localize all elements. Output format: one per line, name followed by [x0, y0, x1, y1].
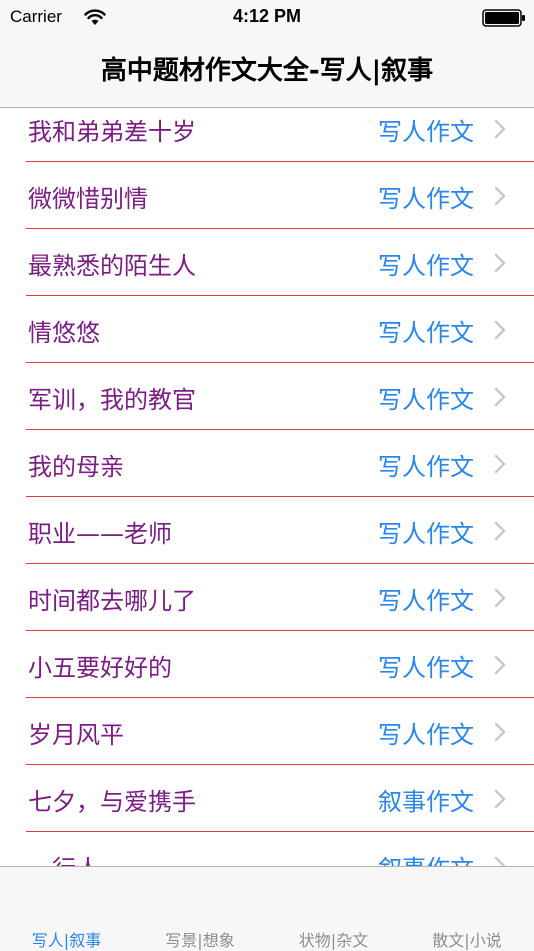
list-item-title: 岁月风平	[28, 721, 124, 749]
list-item[interactable]: 岁月风平 写人作文	[26, 698, 534, 765]
list-item-category: 写人作文	[378, 118, 474, 146]
list-item[interactable]: 七夕，与爱携手 叙事作文	[26, 765, 534, 832]
list-item-title: 七夕，与爱携手	[28, 788, 196, 816]
list-item-category: 写人作文	[378, 185, 474, 213]
chevron-right-icon	[494, 186, 506, 206]
list-item[interactable]: 我的母亲 写人作文	[26, 430, 534, 497]
tab-2[interactable]: 写景|想象	[134, 927, 267, 951]
list-item-title: 最熟悉的陌生人	[28, 252, 196, 280]
chevron-right-icon	[494, 253, 506, 273]
list-item[interactable]: 微微惜别情 写人作文	[26, 162, 534, 229]
list-item-title: 我和弟弟差十岁	[28, 118, 196, 146]
chevron-right-icon	[494, 320, 506, 340]
list-item-category: 写人作文	[378, 654, 474, 682]
list-item[interactable]: 小五要好好的 写人作文	[26, 631, 534, 698]
chevron-right-icon	[494, 588, 506, 608]
list-item-title: 情悠悠	[28, 319, 100, 347]
chevron-right-icon	[494, 722, 506, 742]
list-item[interactable]: 最熟悉的陌生人 写人作文	[26, 229, 534, 296]
chevron-right-icon	[494, 454, 506, 474]
list-item[interactable]: 职业——老师 写人作文	[26, 497, 534, 564]
chevron-right-icon	[494, 856, 506, 866]
list-item-category: 写人作文	[378, 587, 474, 615]
list-item-category: 写人作文	[378, 252, 474, 280]
list-item-title: 时间都去哪儿了	[28, 587, 196, 615]
list-item-title: 小五要好好的	[28, 654, 172, 682]
list-item[interactable]: 军训，我的教官 写人作文	[26, 363, 534, 430]
list-item-category: 写人作文	[378, 386, 474, 414]
list-item[interactable]: 情悠悠 写人作文	[26, 296, 534, 363]
list-item[interactable]: 一行人 叙事作文	[26, 832, 534, 866]
list-item-category: 写人作文	[378, 319, 474, 347]
chevron-right-icon	[494, 119, 506, 139]
battery-icon	[482, 9, 525, 27]
navigation-bar: 高中题材作文大全-写人|叙事	[0, 36, 534, 108]
page-title: 高中题材作文大全-写人|叙事	[100, 56, 434, 86]
tab-1[interactable]: 写人|叙事	[0, 927, 133, 951]
tab-4[interactable]: 散文|小说	[401, 927, 534, 951]
essay-list[interactable]: 我和弟弟差十岁 写人作文 微微惜别情 写人作文 最熟悉的陌生人 写人作文 情悠悠 写人作文 军训…	[0, 108, 534, 866]
list-item-title: 微微惜别情	[28, 185, 148, 213]
tab-bar: 写人|叙事 写景|想象 状物|杂文 散文|小说	[0, 866, 534, 951]
list-item-title: 军训，我的教官	[28, 386, 196, 414]
chevron-right-icon	[494, 655, 506, 675]
chevron-right-icon	[494, 521, 506, 541]
status-time: 4:12 PM	[232, 6, 302, 26]
list-item-category: 叙事作文	[378, 849, 474, 866]
list-item-title: 一行人	[28, 849, 100, 866]
list-item-category: 写人作文	[378, 721, 474, 749]
chevron-right-icon	[494, 387, 506, 407]
status-bar: Carrier 4:12 PM	[0, 0, 534, 36]
list-item[interactable]: 我和弟弟差十岁 写人作文	[26, 108, 534, 162]
list-item[interactable]: 时间都去哪儿了 写人作文	[26, 564, 534, 631]
chevron-right-icon	[494, 789, 506, 809]
list-item-category: 叙事作文	[378, 788, 474, 816]
list-item-category: 写人作文	[378, 520, 474, 548]
list-item-category: 写人作文	[378, 453, 474, 481]
list-item-title: 我的母亲	[28, 453, 124, 481]
tab-3[interactable]: 状物|杂文	[267, 927, 400, 951]
list-item-title: 职业——老师	[28, 520, 172, 548]
